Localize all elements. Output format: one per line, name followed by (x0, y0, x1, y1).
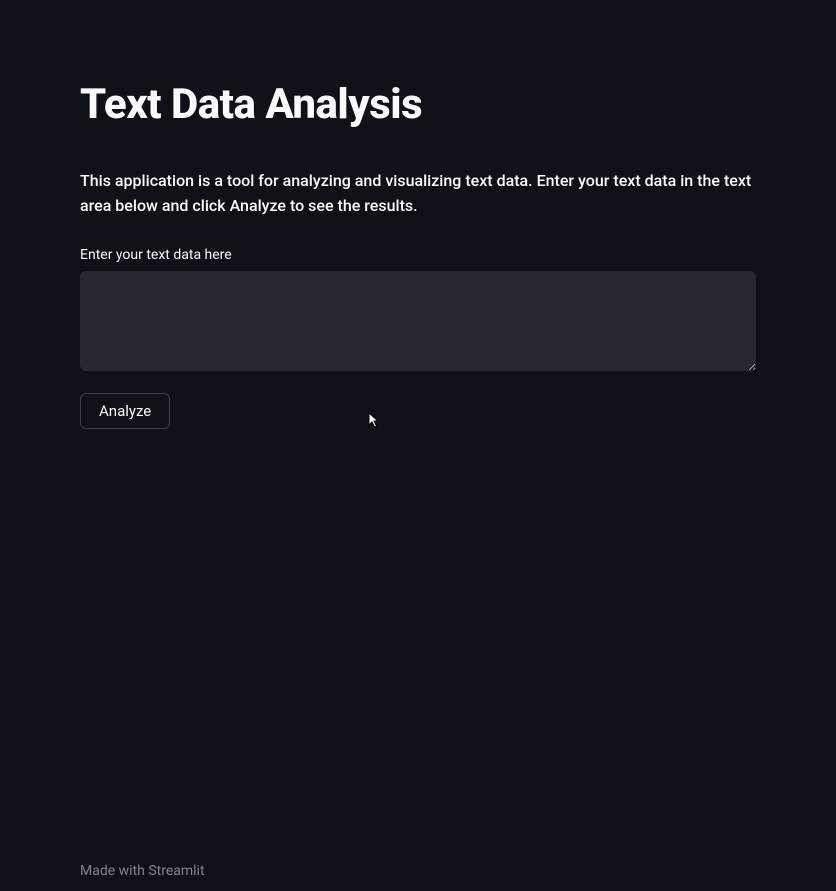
footer: Made with Streamlit (80, 863, 205, 879)
footer-prefix: Made with (80, 863, 148, 879)
analyze-button[interactable]: Analyze (80, 393, 170, 429)
main-container: Text Data Analysis This application is a… (0, 0, 836, 429)
streamlit-link[interactable]: Streamlit (148, 863, 204, 879)
page-title: Text Data Analysis (80, 80, 756, 129)
app-description: This application is a tool for analyzing… (80, 169, 756, 219)
textarea-label: Enter your text data here (80, 247, 756, 263)
text-data-input[interactable] (80, 271, 756, 371)
